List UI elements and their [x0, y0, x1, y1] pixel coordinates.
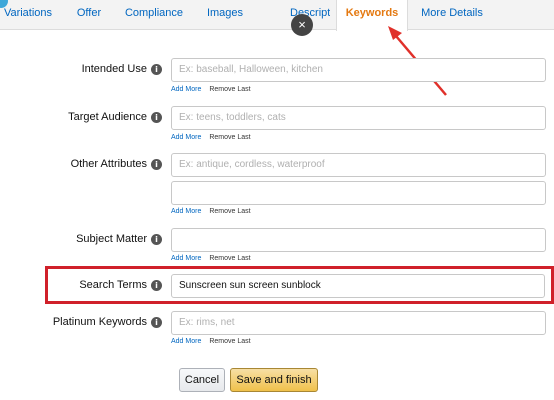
remove-last-link[interactable]: Remove Last — [209, 255, 250, 262]
info-icon[interactable]: i — [151, 279, 162, 291]
info-icon[interactable]: i — [151, 316, 162, 328]
add-more-link[interactable]: Add More — [171, 208, 201, 215]
subject-matter-links: Add More Remove Last — [171, 255, 251, 262]
info-icon[interactable]: i — [151, 111, 162, 123]
add-more-link[interactable]: Add More — [171, 86, 201, 93]
add-more-link[interactable]: Add More — [171, 134, 201, 141]
save-and-finish-button[interactable]: Save and finish — [230, 368, 318, 392]
target-audience-links: Add More Remove Last — [171, 134, 251, 141]
add-more-link[interactable]: Add More — [171, 338, 201, 345]
other-attributes-input[interactable]: Ex: antique, cordless, waterproof — [171, 153, 546, 177]
platinum-keywords-input[interactable]: Ex: rims, net — [171, 311, 546, 335]
info-icon[interactable]: i — [151, 63, 162, 75]
intended-use-links: Add More Remove Last — [171, 86, 251, 93]
info-icon[interactable]: i — [151, 233, 162, 245]
target-audience-label: Target Audience i — [68, 111, 162, 123]
other-attributes-input-2[interactable] — [171, 181, 546, 205]
remove-last-link[interactable]: Remove Last — [209, 338, 250, 345]
intended-use-label: Intended Use i — [82, 63, 162, 75]
remove-last-link[interactable]: Remove Last — [209, 86, 250, 93]
search-terms-label: Search Terms i — [79, 279, 162, 291]
cancel-button[interactable]: Cancel — [179, 368, 225, 392]
remove-last-link[interactable]: Remove Last — [209, 134, 250, 141]
subject-matter-input[interactable] — [171, 228, 546, 252]
add-more-link[interactable]: Add More — [171, 255, 201, 262]
other-attributes-links: Add More Remove Last — [171, 208, 251, 215]
remove-last-link[interactable]: Remove Last — [209, 208, 250, 215]
platinum-keywords-label: Platinum Keywords i — [53, 316, 162, 328]
intended-use-input[interactable]: Ex: baseball, Halloween, kitchen — [171, 58, 546, 82]
search-terms-input[interactable]: Sunscreen sun screen sunblock — [171, 274, 545, 298]
subject-matter-label: Subject Matter i — [76, 233, 162, 245]
other-attributes-label: Other Attributes i — [71, 158, 162, 170]
platinum-keywords-links: Add More Remove Last — [171, 338, 251, 345]
info-icon[interactable]: i — [151, 158, 162, 170]
target-audience-input[interactable]: Ex: teens, toddlers, cats — [171, 106, 546, 130]
